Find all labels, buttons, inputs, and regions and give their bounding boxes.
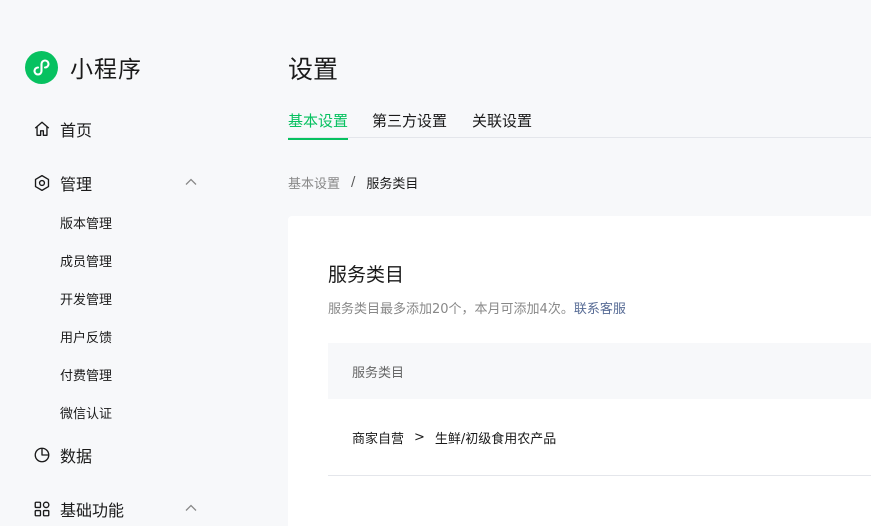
main-content: 设置 基本设置 第三方设置 关联设置 基本设置 / 服务类目 服务类目 服务类目… (248, 0, 871, 526)
grid-icon (33, 500, 51, 518)
sidebar-item-home[interactable]: 首页 (33, 117, 92, 141)
category-table: 服务类目 商家自营 > 生鲜/初级食用农产品 (328, 343, 871, 476)
breadcrumb-separator: / (351, 175, 356, 190)
breadcrumb-parent-link[interactable]: 基本设置 (288, 173, 340, 192)
sidebar-subitem-members[interactable]: 成员管理 (60, 251, 112, 270)
service-category-card: 服务类目 服务类目最多添加20个，本月可添加4次。联系客服 服务类目 商家自营 … (288, 216, 871, 526)
sidebar-subitem-feedback[interactable]: 用户反馈 (60, 327, 112, 346)
sidebar-item-label: 基础功能 (60, 501, 125, 520)
sidebar-subitem-payment[interactable]: 付费管理 (60, 365, 112, 384)
card-description: 服务类目最多添加20个，本月可添加4次。联系客服 (328, 298, 626, 317)
pie-chart-icon (33, 446, 51, 464)
sidebar-item-manage[interactable]: 管理 (33, 171, 92, 195)
breadcrumb-current: 服务类目 (366, 177, 419, 192)
tab-bar: 基本设置 第三方设置 关联设置 (288, 110, 871, 140)
breadcrumb: 基本设置 / 服务类目 (288, 173, 418, 192)
hexagon-gear-icon (33, 174, 51, 192)
card-description-text: 服务类目最多添加20个，本月可添加4次。 (328, 302, 574, 317)
row-category: 商家自营 (352, 431, 405, 447)
sidebar-subitem-verification[interactable]: 微信认证 (60, 403, 112, 422)
table-header-cell: 服务类目 (352, 365, 405, 381)
tab-basic-settings[interactable]: 基本设置 (288, 110, 349, 140)
brand-name: 小程序 (70, 57, 142, 83)
mini-program-icon (25, 50, 58, 84)
contact-support-link[interactable]: 联系客服 (574, 302, 626, 317)
sidebar-item-data[interactable]: 数据 (33, 443, 92, 467)
sidebar-subitem-version[interactable]: 版本管理 (60, 213, 112, 232)
tab-linked-settings[interactable]: 关联设置 (472, 110, 532, 138)
sidebar-item-label: 管理 (60, 175, 93, 194)
sidebar: 小程序 首页 管理 版本管理 成员管理 开发管理 用户反馈 付费管理 微信认证 (0, 0, 248, 520)
chevron-up-icon[interactable] (184, 174, 198, 188)
page-title: 设置 (288, 55, 339, 84)
home-icon (33, 120, 51, 138)
sidebar-item-basic-functions[interactable]: 基础功能 (33, 497, 124, 521)
sidebar-item-label: 数据 (60, 447, 93, 466)
row-arrow: > (414, 429, 425, 445)
chevron-up-icon[interactable] (184, 500, 198, 514)
sidebar-item-label: 首页 (60, 121, 93, 140)
sidebar-subitem-development[interactable]: 开发管理 (60, 289, 112, 308)
row-subcategory: 生鲜/初级食用农产品 (434, 431, 557, 447)
card-title: 服务类目 (328, 264, 405, 286)
tab-third-party-settings[interactable]: 第三方设置 (372, 110, 447, 138)
table-header: 服务类目 (328, 343, 871, 399)
brand[interactable]: 小程序 (25, 50, 142, 84)
table-row: 商家自营 > 生鲜/初级食用农产品 (328, 399, 871, 476)
